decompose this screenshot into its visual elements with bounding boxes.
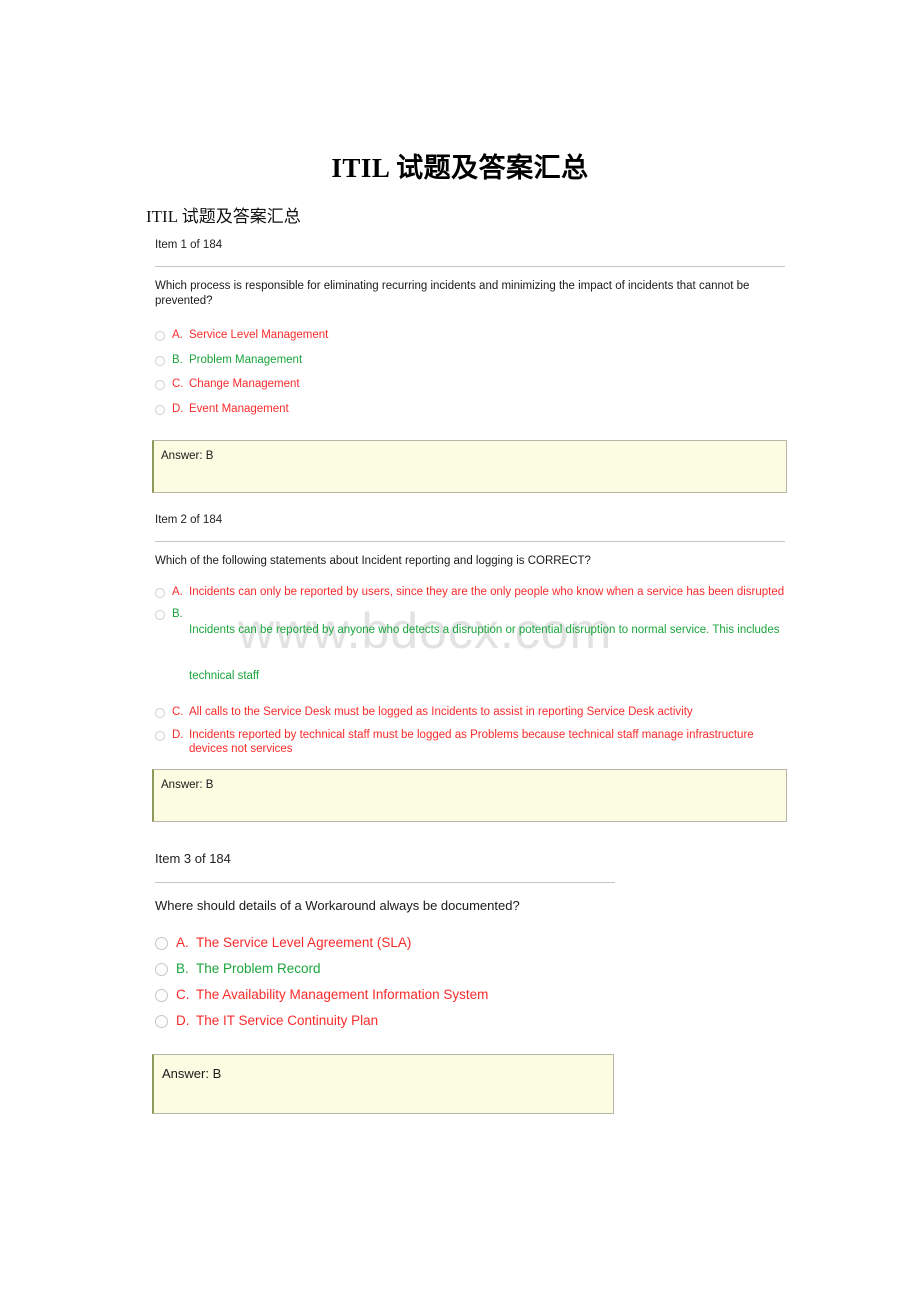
question-text-2: Which of the following statements about … [155,555,591,567]
options-list-3: A. The Service Level Agreement (SLA) B. … [0,934,920,1030]
answer-box-3: Answer: B [152,1053,614,1114]
options-list-1: A. Service Level Management B. Problem M… [0,328,920,416]
option-row[interactable]: B. Incidents can be reported by anyone w… [155,607,920,699]
option-text: The Problem Record [196,960,321,976]
radio-button-icon[interactable] [155,404,165,415]
radio-button-icon[interactable] [155,355,165,366]
option-text: The IT Service Continuity Plan [196,1012,379,1028]
option-row[interactable]: A. Service Level Management [155,328,920,343]
answer-box-2: Answer: B [152,768,787,822]
radio-button-icon[interactable] [155,610,165,620]
radio-button-icon[interactable] [155,988,168,1002]
option-letter: A. [172,585,183,598]
option-text: The Availability Management Information … [196,986,489,1002]
questions-list: Item 1 of 184 Which process is responsib… [0,238,920,1114]
radio-button-icon[interactable] [155,730,165,741]
question-block-1: Item 1 of 184 Which process is responsib… [0,238,920,493]
option-text: Incidents can be reported by anyone who … [189,624,780,682]
radio-button-icon[interactable] [155,331,165,341]
option-row[interactable]: A. Incidents can only be reported by use… [155,585,920,600]
option-letter: A. [176,934,189,950]
option-text: All calls to the Service Desk must be lo… [189,706,693,718]
radio-button-icon[interactable] [155,962,168,976]
option-row[interactable]: C. The Availability Management Informati… [155,986,920,1004]
option-text: Change Management [189,378,300,390]
item-counter-2: Item 2 of 184 [155,514,223,526]
question-text-1: Which process is responsible for elimina… [155,280,750,307]
option-letter: D. [172,728,184,741]
option-row[interactable]: D. The IT Service Continuity Plan [155,1012,920,1030]
option-row[interactable]: D. Incidents reported by technical staff… [155,728,920,757]
option-letter: B. [176,960,189,976]
question-block-2: Item 2 of 184 Which of the following sta… [0,513,920,822]
radio-button-icon[interactable] [155,936,168,950]
option-row[interactable]: D. Event Management [155,402,920,417]
radio-button-icon[interactable] [155,1014,168,1028]
radio-button-icon[interactable] [155,380,165,390]
page-title: ITIL 试题及答案汇总 [331,153,589,183]
option-row[interactable]: B. The Problem Record [155,960,920,978]
item-counter-1: Item 1 of 184 [155,239,223,251]
option-letter: A. [172,329,183,341]
option-text: Incidents reported by technical staff mu… [189,728,754,756]
option-letter: B. [172,608,183,620]
option-text: Incidents can only be reported by users,… [189,585,785,598]
option-letter: C. [172,378,184,390]
option-row[interactable]: C. All calls to the Service Desk must be… [155,705,920,720]
question-text-3: Where should details of a Workaround alw… [155,897,520,913]
option-letter: C. [176,986,190,1002]
option-letter: D. [176,1012,190,1028]
option-letter: B. [172,353,183,366]
option-row[interactable]: C. Change Management [155,377,920,392]
option-text: The Service Level Agreement (SLA) [196,934,412,950]
option-letter: D. [172,402,184,415]
document-subtitle: ITIL 试题及答案汇总 [146,207,301,226]
item-counter-3: Item 3 of 184 [155,850,231,866]
radio-button-icon[interactable] [155,587,165,598]
option-text: Service Level Management [189,329,329,341]
answer-box-1: Answer: B [152,440,787,493]
option-text: Problem Management [189,353,303,366]
option-letter: C. [172,706,184,718]
option-text: Event Management [189,402,289,415]
question-block-3: Item 3 of 184 Where should details of a … [0,850,920,1114]
document-page: www.bdocx.com ITIL 试题及答案汇总 ITIL 试题及答案汇总 … [0,0,920,1302]
option-row[interactable]: A. The Service Level Agreement (SLA) [155,934,920,952]
options-list-2: A. Incidents can only be reported by use… [0,585,920,757]
radio-button-icon[interactable] [155,708,165,718]
option-row[interactable]: B. Problem Management [155,353,920,368]
